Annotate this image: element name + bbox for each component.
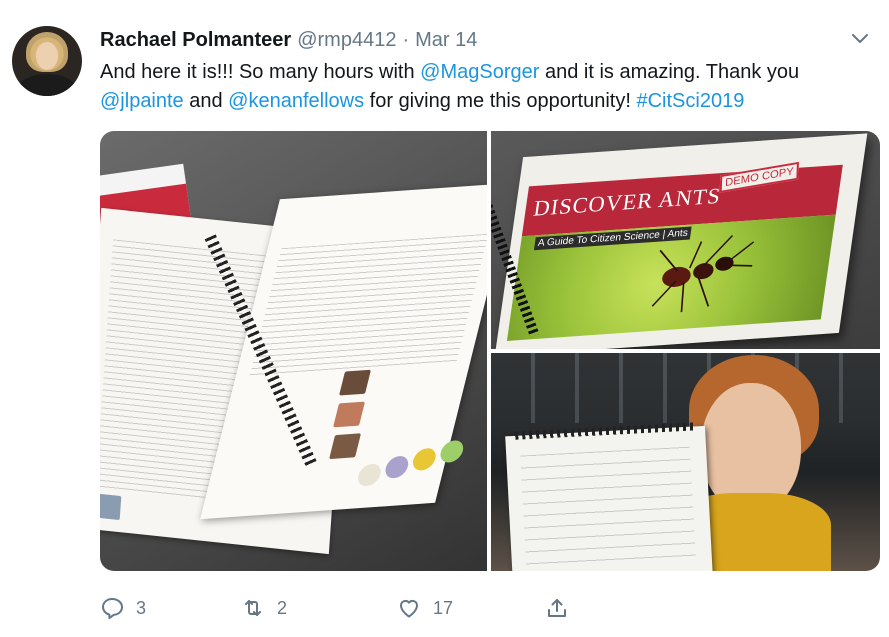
avatar-body [18, 74, 76, 96]
sticker-circle [383, 455, 411, 479]
photo-open-booklet[interactable] [100, 131, 487, 571]
retweet-count: 2 [277, 597, 288, 618]
heart-icon [399, 599, 419, 618]
mention-link[interactable]: @jlpainte [100, 90, 184, 112]
sticker-circle [410, 447, 439, 472]
text-segment: And here it is!!! So many hours with [100, 61, 421, 83]
share-icon [548, 599, 566, 617]
contributor-photo [333, 401, 366, 428]
held-worksheet [505, 422, 713, 571]
worksheet-lines [520, 446, 696, 566]
mention-link[interactable]: @MagSorger [420, 61, 539, 83]
reply-icon [102, 598, 123, 619]
tweet[interactable]: Rachael Polmanteer @rmp4412 · Mar 14 And… [0, 0, 889, 637]
sticker-circle [438, 439, 466, 464]
author-display-name[interactable]: Rachael Polmanteer [100, 29, 291, 52]
hashtag-link[interactable]: #CitSci2019 [636, 90, 744, 112]
text-segment: for giving me this opportunity! [364, 90, 637, 112]
like-button[interactable]: 17 [397, 592, 453, 624]
share-button[interactable] [545, 592, 569, 624]
media-grid: DISCOVER ANTS A Guide To Citizen Science… [100, 131, 880, 571]
reply-button[interactable]: 3 [100, 592, 146, 624]
text-segment: and [183, 90, 229, 112]
tweet-date[interactable]: Mar 14 [415, 29, 477, 52]
avatar-face [36, 42, 58, 70]
retweet-icon [245, 600, 261, 616]
chevron-down-icon[interactable] [851, 32, 869, 46]
author-handle[interactable]: @rmp4412 [297, 29, 396, 52]
text-segment: and it is amazing. Thank you [539, 61, 800, 83]
sticker-circle [355, 463, 384, 487]
avatar[interactable] [12, 26, 82, 96]
ceiling-lights [491, 353, 880, 423]
spiral-binding [514, 422, 696, 440]
mention-link[interactable]: @kenanfellows [228, 90, 364, 112]
like-count: 17 [433, 597, 454, 618]
photo-booklet-cover[interactable]: DISCOVER ANTS A Guide To Citizen Science… [491, 131, 880, 349]
contributor-photo [329, 433, 362, 460]
tweet-header: Rachael Polmanteer @rmp4412 · Mar 14 [100, 29, 477, 53]
retweet-button[interactable]: 2 [241, 592, 287, 624]
contributor-photo [339, 369, 372, 396]
tweet-text: And here it is!!! So many hours with @Ma… [100, 58, 880, 116]
photo-woman-holding-page[interactable] [491, 353, 880, 571]
booklet-cover: DISCOVER ANTS A Guide To Citizen Science… [494, 133, 868, 349]
page-text-lines [249, 233, 487, 379]
tweet-actions: 3 2 17 [100, 592, 600, 624]
reply-count: 3 [136, 597, 147, 618]
author-photo-thumb [100, 493, 122, 521]
header-separator: · [402, 29, 410, 51]
